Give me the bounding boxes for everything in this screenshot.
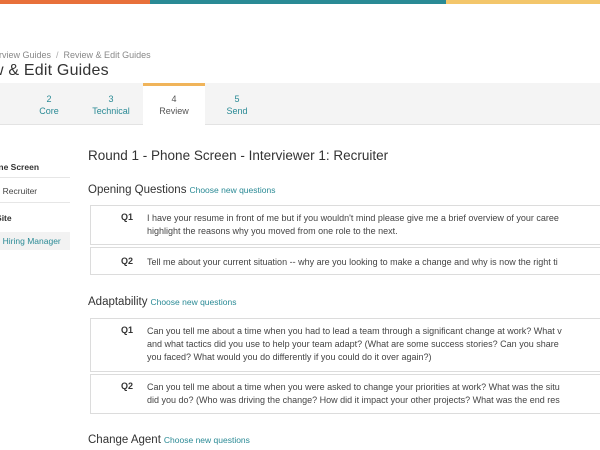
- step-label: Send: [226, 106, 248, 116]
- choose-new-questions-link[interactable]: Choose new questions: [164, 435, 250, 445]
- breadcrumb-current: Review & Edit Guides: [63, 50, 151, 60]
- question-text: Can you tell me about a time when you we…: [147, 382, 560, 405]
- breadcrumb-separator: /: [56, 50, 59, 60]
- question-text: Tell me about your current situation -- …: [147, 257, 558, 267]
- question-number: Q2: [120, 381, 133, 391]
- step-bar: 2 Core 3 Technical 4 Review 5 Send: [0, 83, 600, 126]
- step-number: 3: [108, 94, 114, 104]
- section-title: Adaptability: [88, 296, 148, 308]
- step-number: 2: [46, 94, 52, 104]
- section-change-agent: Change Agent Choose new questions: [88, 434, 250, 446]
- section-opening-questions: Opening Questions Choose new questions: [88, 184, 275, 196]
- topbar-teal-segment: [150, 0, 446, 4]
- sidebar-divider: [0, 177, 70, 178]
- step-number: 4: [171, 94, 177, 104]
- breadcrumb-parent-link[interactable]: erview Guides: [0, 50, 51, 60]
- question-card: Q2 Can you tell me about a time when you…: [90, 374, 600, 414]
- sidebar-item-recruiter[interactable]: r 1: Recruiter: [0, 182, 70, 200]
- step-label: Technical: [92, 106, 130, 116]
- sidebar-heading-phone-screen: hone Screen: [0, 162, 40, 172]
- question-text: I have your resume in front of me but if…: [147, 213, 559, 236]
- step-label: Review: [159, 106, 189, 116]
- section-title: Change Agent: [88, 434, 161, 446]
- topbar-yellow-segment: [446, 0, 600, 4]
- question-number: Q1: [120, 325, 133, 335]
- breadcrumb: erview Guides / Review & Edit Guides: [0, 50, 151, 60]
- choose-new-questions-link[interactable]: Choose new questions: [189, 185, 275, 195]
- round-title: Round 1 - Phone Screen - Interviewer 1: …: [88, 148, 389, 163]
- step-label: Core: [39, 106, 59, 116]
- step-review[interactable]: 4 Review: [143, 83, 205, 126]
- step-technical[interactable]: 3 Technical: [80, 83, 142, 125]
- choose-new-questions-link[interactable]: Choose new questions: [150, 297, 236, 307]
- sidebar-heading-onsite: n-Site: [0, 213, 12, 223]
- question-number: Q2: [120, 256, 133, 266]
- question-card: Q1 Can you tell me about a time when you…: [90, 318, 600, 372]
- question-text: Can you tell me about a time when you ha…: [147, 326, 562, 362]
- question-card: Q2 Tell me about your current situation …: [90, 247, 600, 275]
- question-number: Q1: [120, 212, 133, 222]
- section-title: Opening Questions: [88, 184, 187, 196]
- page-title: w & Edit Guides: [0, 62, 109, 79]
- sidebar-item-hiring-manager[interactable]: r 1: Hiring Manager: [0, 232, 70, 250]
- step-core[interactable]: 2 Core: [18, 83, 80, 125]
- sidebar-divider: [0, 202, 70, 203]
- top-color-bar: [0, 0, 600, 4]
- step-number: 5: [234, 94, 240, 104]
- section-adaptability: Adaptability Choose new questions: [88, 296, 236, 308]
- question-card: Q1 I have your resume in front of me but…: [90, 205, 600, 245]
- step-send[interactable]: 5 Send: [206, 83, 268, 125]
- topbar-orange-segment: [0, 0, 150, 4]
- main-content: Round 1 - Phone Screen - Interviewer 1: …: [88, 148, 600, 446]
